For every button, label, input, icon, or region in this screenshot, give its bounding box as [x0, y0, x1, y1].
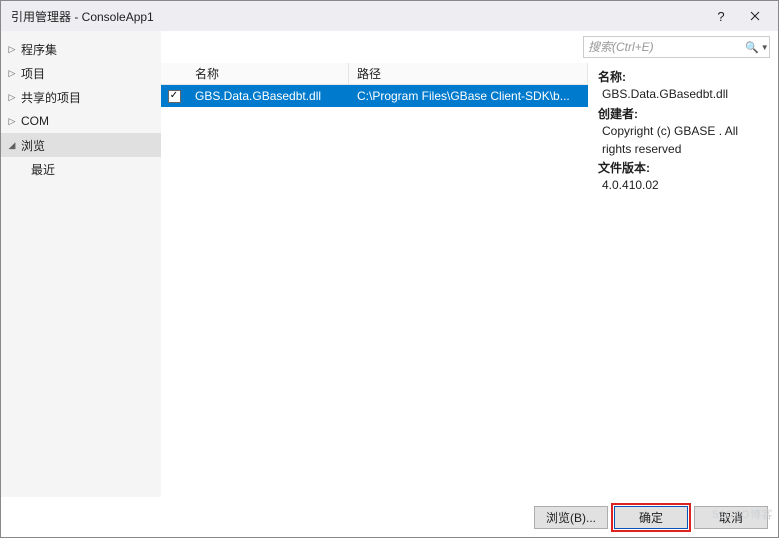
sidebar-item-label: 共享的项目: [21, 89, 81, 106]
close-icon: [750, 11, 760, 21]
search-row: 🔍 ▼: [161, 31, 778, 63]
ok-button[interactable]: 确定: [614, 506, 688, 529]
sidebar-item-label: 程序集: [21, 41, 57, 58]
close-button[interactable]: [738, 3, 772, 29]
name-column-header[interactable]: 名称: [187, 63, 349, 84]
details-name-label: 名称:: [598, 69, 770, 86]
sidebar-item-label: COM: [21, 114, 49, 128]
caret-right-icon: ▷: [7, 92, 17, 103]
dialog-body: ▷ 程序集 ▷ 项目 ▷ 共享的项目 ▷ COM ◢ 浏览 最近 🔍 ▼: [1, 31, 778, 497]
search-input[interactable]: [588, 40, 743, 54]
sidebar-item-label: 浏览: [21, 137, 45, 154]
main-area: 🔍 ▼ 名称 路径 ✓ GBS.Data.GBasedbt.dll C:\Pro…: [161, 31, 778, 497]
sidebar-item-shared[interactable]: ▷ 共享的项目: [1, 85, 161, 109]
caret-down-icon: ◢: [7, 140, 17, 151]
content-row: 名称 路径 ✓ GBS.Data.GBasedbt.dll C:\Program…: [161, 63, 778, 497]
row-path: C:\Program Files\GBase Client-SDK\b...: [349, 89, 588, 103]
details-panel: 名称: GBS.Data.GBasedbt.dll 创建者: Copyright…: [588, 63, 778, 497]
search-icon[interactable]: 🔍: [745, 41, 759, 54]
path-column-header[interactable]: 路径: [349, 63, 588, 84]
chevron-down-icon[interactable]: ▼: [761, 43, 769, 52]
sidebar-item-label: 最近: [31, 161, 55, 178]
column-headers: 名称 路径: [161, 63, 588, 85]
titlebar: 引用管理器 - ConsoleApp1 ?: [1, 1, 778, 31]
details-version-value: 4.0.410.02: [602, 177, 770, 194]
list-area: 名称 路径 ✓ GBS.Data.GBasedbt.dll C:\Program…: [161, 63, 588, 497]
search-box[interactable]: 🔍 ▼: [583, 36, 770, 58]
window-title: 引用管理器 - ConsoleApp1: [11, 8, 704, 25]
list-row[interactable]: ✓ GBS.Data.GBasedbt.dll C:\Program Files…: [161, 85, 588, 107]
caret-right-icon: ▷: [7, 116, 17, 127]
sidebar-item-label: 项目: [21, 65, 45, 82]
details-creator-value: Copyright (c) GBASE . All rights reserve…: [602, 123, 770, 158]
sidebar-item-recent[interactable]: 最近: [1, 157, 161, 181]
help-button[interactable]: ?: [704, 3, 738, 29]
browse-button[interactable]: 浏览(B)...: [534, 506, 608, 529]
row-name: GBS.Data.GBasedbt.dll: [187, 89, 349, 103]
checkbox-checked-icon[interactable]: ✓: [168, 90, 181, 103]
cancel-button[interactable]: 取消: [694, 506, 768, 529]
caret-right-icon: ▷: [7, 68, 17, 79]
sidebar-item-projects[interactable]: ▷ 项目: [1, 61, 161, 85]
checkbox-cell[interactable]: ✓: [161, 90, 187, 103]
footer: 浏览(B)... 确定 取消: [1, 497, 778, 537]
sidebar: ▷ 程序集 ▷ 项目 ▷ 共享的项目 ▷ COM ◢ 浏览 最近: [1, 31, 161, 497]
sidebar-item-com[interactable]: ▷ COM: [1, 109, 161, 133]
caret-right-icon: ▷: [7, 44, 17, 55]
sidebar-item-assemblies[interactable]: ▷ 程序集: [1, 37, 161, 61]
sidebar-item-browse[interactable]: ◢ 浏览: [1, 133, 161, 157]
details-creator-label: 创建者:: [598, 106, 770, 123]
details-name-value: GBS.Data.GBasedbt.dll: [602, 86, 770, 103]
details-version-label: 文件版本:: [598, 160, 770, 177]
